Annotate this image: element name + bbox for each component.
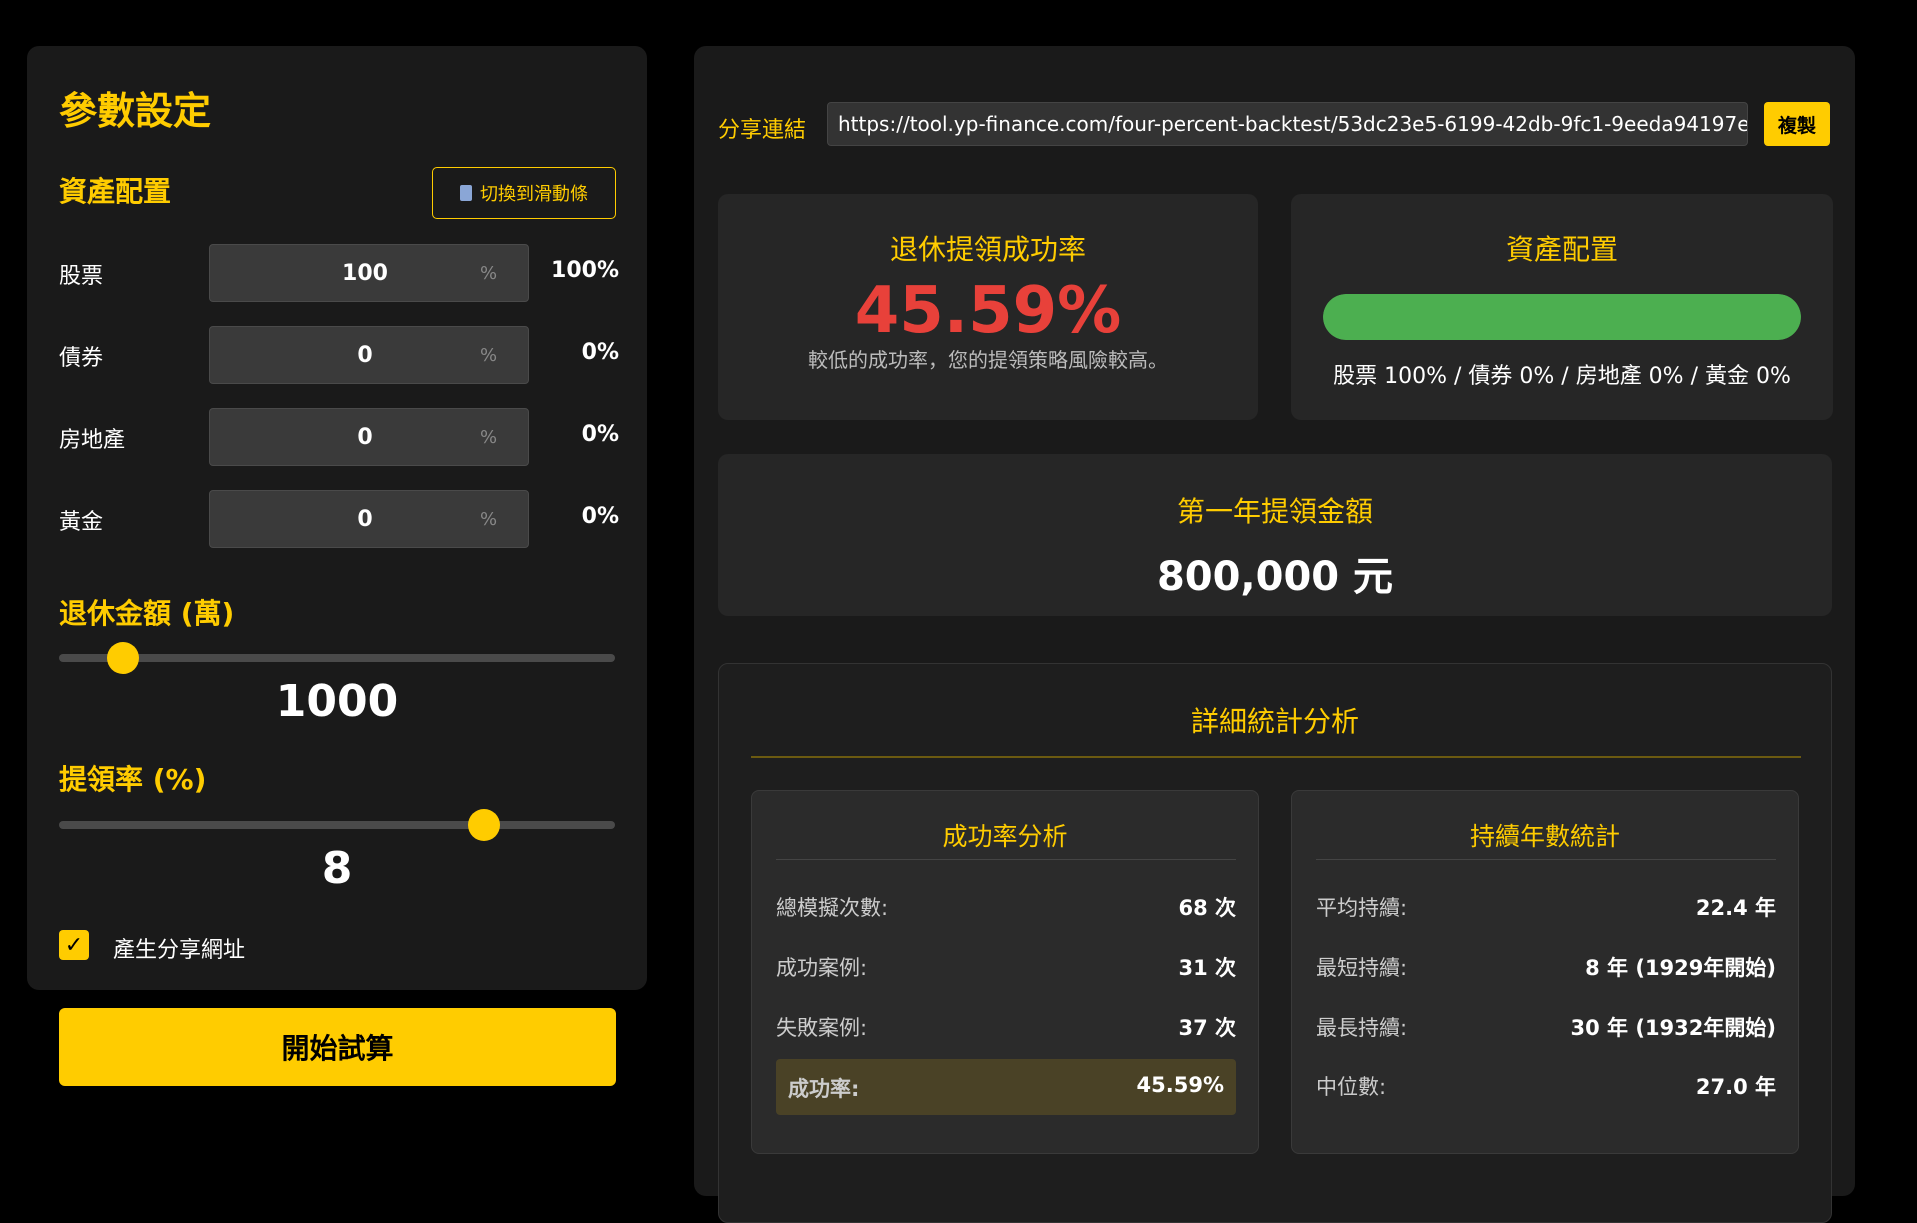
start-calculation-button[interactable]: 開始試算 bbox=[59, 1008, 616, 1086]
stat-label: 成功率: bbox=[788, 1077, 860, 1101]
stat-label: 失敗案例: bbox=[776, 1016, 868, 1040]
duration-stats-title: 持續年數統計 bbox=[1469, 822, 1620, 851]
stat-value: 68 次 bbox=[1178, 896, 1236, 920]
box-divider bbox=[776, 859, 1236, 860]
duration-stats-box: 持續年數統計 平均持續: 22.4 年 最短持續: 8 年 (1929年開始) … bbox=[1291, 790, 1799, 1154]
stat-row: 成功案例: 31 次 bbox=[776, 938, 1236, 994]
slider-thumb[interactable] bbox=[468, 809, 501, 841]
bond-input[interactable]: 0 % bbox=[209, 326, 529, 384]
results-panel: 分享連結 https://tool.yp-finance.com/four-pe… bbox=[694, 46, 1855, 1223]
stat-value: 8 年 (1929年開始) bbox=[1585, 956, 1776, 980]
gold-input[interactable]: 0 % bbox=[209, 490, 529, 548]
share-link-label: 分享連結 bbox=[718, 118, 807, 143]
percent-unit: % bbox=[480, 508, 498, 530]
stat-row: 平均持續: 22.4 年 bbox=[1316, 878, 1776, 934]
parameters-panel: 參數設定 資產配置 切換到滑動條 股票 100 % 100% 債券 0 % 0%… bbox=[27, 46, 647, 990]
percent-unit: % bbox=[480, 344, 498, 366]
copy-button[interactable]: 複製 bbox=[1764, 102, 1830, 146]
stat-value: 27.0 年 bbox=[1695, 1075, 1776, 1099]
stock-input[interactable]: 100 % bbox=[209, 244, 529, 302]
stat-value: 30 年 (1932年開始) bbox=[1570, 1016, 1777, 1040]
alloc-display: 0% bbox=[581, 504, 619, 529]
allocation-bar-fill bbox=[1323, 294, 1801, 340]
stats-title: 詳細統計分析 bbox=[1190, 705, 1359, 738]
percent-unit: % bbox=[480, 262, 498, 284]
panel-title: 參數設定 bbox=[59, 89, 212, 133]
alloc-label: 房地產 bbox=[59, 428, 126, 453]
share-link-input[interactable]: https://tool.yp-finance.com/four-percent… bbox=[827, 102, 1748, 146]
retirement-amount-slider[interactable] bbox=[59, 642, 615, 674]
input-value: 0 bbox=[357, 342, 373, 368]
detailed-stats-section: 詳細統計分析 成功率分析 總模擬次數: 68 次 成功案例: 31 次 失敗案例… bbox=[718, 663, 1832, 1223]
allocation-row-bond: 債券 0 % 0% bbox=[59, 326, 619, 384]
alloc-label: 股票 bbox=[59, 264, 104, 289]
alloc-display: 0% bbox=[581, 340, 619, 365]
stat-label: 總模擬次數: bbox=[776, 896, 889, 920]
stat-row: 最短持續: 8 年 (1929年開始) bbox=[1316, 938, 1776, 994]
first-year-title: 第一年提領金額 bbox=[1176, 495, 1373, 528]
allocation-card: 資產配置 股票 100% / 債券 0% / 房地產 0% / 黃金 0% bbox=[1291, 194, 1833, 420]
stat-label: 最短持續: bbox=[1316, 956, 1408, 980]
alloc-label: 黃金 bbox=[59, 510, 104, 535]
stat-label: 最長持續: bbox=[1316, 1016, 1408, 1040]
input-value: 0 bbox=[357, 506, 373, 532]
allocation-title: 資產配置 bbox=[59, 175, 172, 208]
stat-label: 平均持續: bbox=[1316, 896, 1408, 920]
retirement-amount-value: 1000 bbox=[275, 676, 399, 727]
input-value: 100 bbox=[342, 260, 388, 286]
success-rate-note: 較低的成功率，您的提領策略風險較高。 bbox=[808, 348, 1168, 372]
percent-unit: % bbox=[480, 426, 498, 448]
allocation-row-real-estate: 房地產 0 % 0% bbox=[59, 408, 619, 466]
stat-row: 最長持續: 30 年 (1932年開始) bbox=[1316, 998, 1776, 1054]
stat-row: 中位數: 27.0 年 bbox=[1316, 1057, 1776, 1113]
first-year-card: 第一年提領金額 800,000 元 bbox=[718, 454, 1832, 616]
stat-label: 成功案例: bbox=[776, 956, 868, 980]
allocation-row-gold: 黃金 0 % 0% bbox=[59, 490, 619, 548]
share-url-checkbox[interactable]: ✓ bbox=[59, 930, 89, 960]
stat-value: 45.59% bbox=[1136, 1073, 1224, 1097]
stat-value: 31 次 bbox=[1178, 956, 1236, 980]
slider-icon bbox=[460, 185, 472, 201]
share-url-checkbox-label: 產生分享網址 bbox=[113, 938, 246, 963]
success-analysis-box: 成功率分析 總模擬次數: 68 次 成功案例: 31 次 失敗案例: 37 次 … bbox=[751, 790, 1259, 1154]
alloc-display: 100% bbox=[551, 258, 619, 283]
slider-thumb[interactable] bbox=[106, 642, 139, 674]
withdraw-rate-value: 8 bbox=[321, 843, 353, 894]
success-analysis-title: 成功率分析 bbox=[942, 822, 1068, 851]
success-rate-title: 退休提領成功率 bbox=[889, 233, 1086, 266]
stat-row: 總模擬次數: 68 次 bbox=[776, 878, 1236, 934]
switch-to-slider-button[interactable]: 切換到滑動條 bbox=[432, 167, 616, 219]
success-rate-card: 退休提領成功率 45.59% 較低的成功率，您的提領策略風險較高。 bbox=[718, 194, 1258, 420]
stat-label: 中位數: bbox=[1316, 1075, 1387, 1099]
allocation-row-stock: 股票 100 % 100% bbox=[59, 244, 619, 302]
input-value: 0 bbox=[357, 424, 373, 450]
box-divider bbox=[1316, 859, 1776, 860]
allocation-bar bbox=[1323, 294, 1801, 340]
allocation-summary: 股票 100% / 債券 0% / 房地產 0% / 黃金 0% bbox=[1333, 364, 1791, 389]
stat-row-highlight: 成功率: 45.59% bbox=[776, 1059, 1236, 1115]
success-rate-value: 45.59% bbox=[854, 274, 1122, 348]
stat-row: 失敗案例: 37 次 bbox=[776, 998, 1236, 1054]
real-estate-input[interactable]: 0 % bbox=[209, 408, 529, 466]
stat-value: 37 次 bbox=[1178, 1016, 1236, 1040]
allocation-card-title: 資產配置 bbox=[1505, 233, 1618, 266]
switch-label: 切換到滑動條 bbox=[480, 184, 588, 205]
withdraw-rate-title: 提領率 (%) bbox=[59, 763, 207, 796]
alloc-display: 0% bbox=[581, 422, 619, 447]
alloc-label: 債券 bbox=[59, 346, 104, 371]
first-year-amount: 800,000 元 bbox=[1156, 554, 1394, 600]
withdraw-rate-slider[interactable] bbox=[59, 809, 615, 841]
stat-value: 22.4 年 bbox=[1695, 896, 1776, 920]
stats-divider bbox=[751, 756, 1801, 758]
retirement-amount-title: 退休金額 (萬) bbox=[59, 597, 235, 630]
